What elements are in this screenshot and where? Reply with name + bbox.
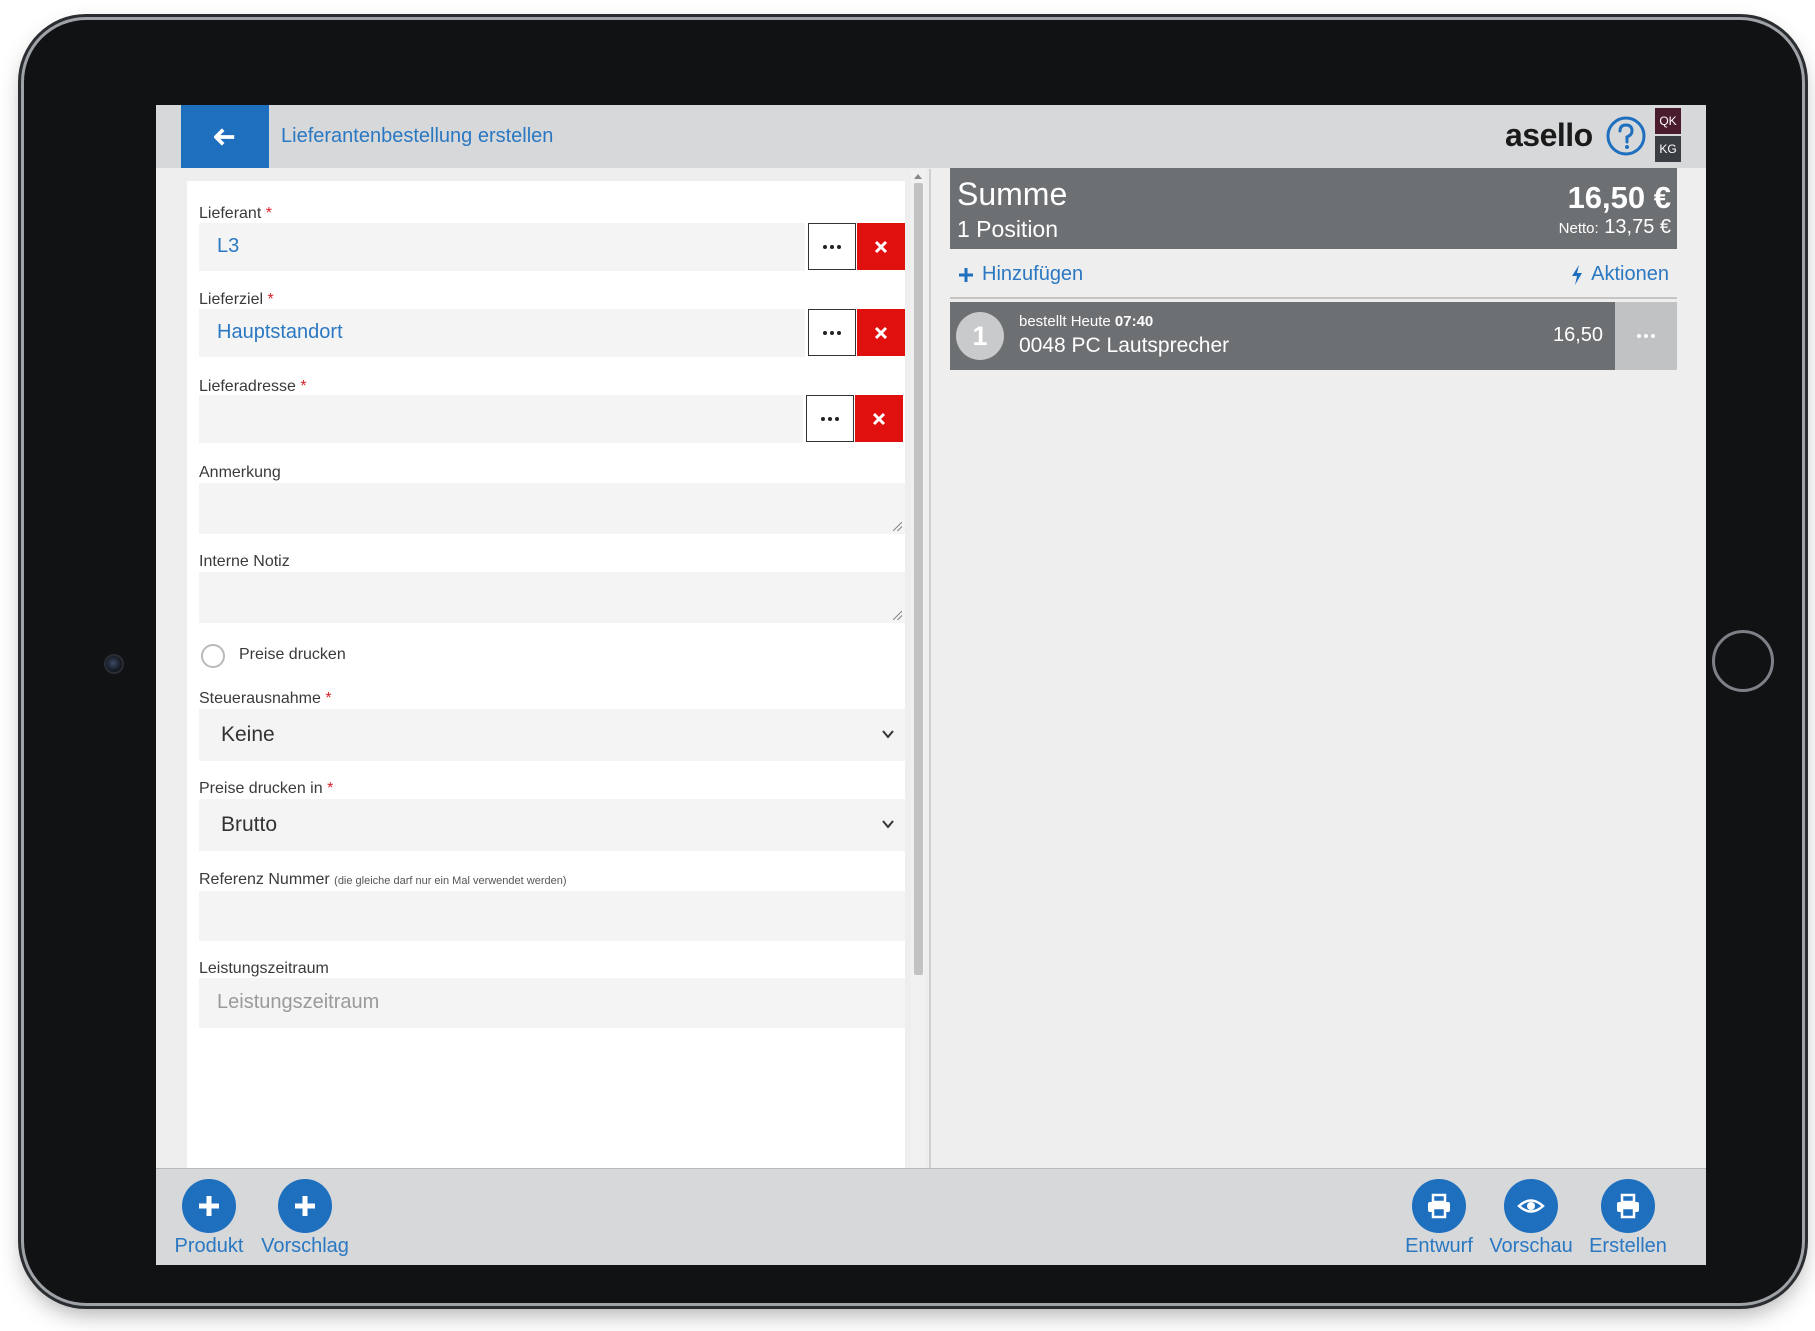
destination-label: Lieferziel * <box>199 291 274 308</box>
form-scrollbar[interactable] <box>911 169 925 1253</box>
plus-icon <box>295 1196 315 1216</box>
internal-note-textarea[interactable] <box>199 572 905 623</box>
order-form: Lieferant * L3 Lieferziel * Hauptstandor… <box>187 181 905 1253</box>
remark-textarea[interactable] <box>199 483 905 534</box>
destination-field[interactable]: Hauptstandort <box>199 309 805 357</box>
destination-clear-button[interactable] <box>857 309 905 356</box>
tax-exemption-label: Steuerausnahme * <box>199 690 332 707</box>
scroll-thumb[interactable] <box>914 183 923 975</box>
supplier-more-button[interactable] <box>808 223 856 270</box>
more-icon <box>823 244 841 249</box>
print-prices-radio[interactable] <box>201 644 225 668</box>
chevron-down-icon <box>882 820 894 829</box>
top-bar: Lieferantenbestellung erstellen asello Q… <box>156 105 1706 168</box>
resize-grip-icon[interactable] <box>893 611 902 620</box>
more-icon <box>1637 334 1655 338</box>
actions-button[interactable]: Aktionen <box>1571 263 1669 286</box>
preview-button[interactable]: Vorschau <box>1489 1169 1573 1258</box>
home-button[interactable] <box>1712 630 1774 692</box>
reference-field[interactable] <box>199 891 905 941</box>
resize-grip-icon[interactable] <box>893 522 902 531</box>
item-name: 0048 PC Lautsprecher <box>1019 334 1230 357</box>
plus-icon <box>199 1196 219 1216</box>
user-badge-top[interactable]: QK <box>1655 108 1681 134</box>
item-number: 1 <box>956 312 1004 360</box>
address-field[interactable] <box>199 395 803 443</box>
app-screen: Lieferantenbestellung erstellen asello Q… <box>156 105 1706 1265</box>
service-period-label: Leistungszeitraum <box>199 960 329 977</box>
create-button[interactable]: Erstellen <box>1588 1169 1668 1258</box>
address-label: Lieferadresse * <box>199 378 307 395</box>
print-prices-label: Preise drucken <box>239 646 346 663</box>
help-icon[interactable] <box>1605 115 1647 157</box>
item-status: bestellt Heute 07:40 <box>1019 313 1154 330</box>
close-icon <box>874 326 888 339</box>
brand-logo: asello <box>1505 117 1593 153</box>
summary-positions: 1 Position <box>957 216 1059 242</box>
supplier-label: Lieferant * <box>199 205 272 222</box>
print-prices-in-label: Preise drucken in * <box>199 780 334 797</box>
summary-net: Netto: 13,75 € <box>1558 216 1671 238</box>
item-more-button[interactable] <box>1615 302 1677 370</box>
bottom-bar: Produkt Vorschlag Entwurf Vorschau Erste… <box>156 1168 1706 1265</box>
draft-button[interactable]: Entwurf <box>1403 1169 1475 1258</box>
order-item-row[interactable]: 1 bestellt Heute 07:40 0048 PC Lautsprec… <box>950 302 1677 370</box>
tablet-frame: Lieferantenbestellung erstellen asello Q… <box>24 20 1802 1303</box>
printer-icon <box>1428 1193 1450 1219</box>
address-more-button[interactable] <box>806 395 854 442</box>
close-icon <box>872 412 886 425</box>
tax-exemption-select[interactable]: Keine <box>199 709 905 761</box>
camera-icon <box>104 654 124 674</box>
destination-more-button[interactable] <box>808 309 856 356</box>
summary-total: 16,50 € <box>1567 180 1671 215</box>
actions-row: Hinzufügen Aktionen <box>950 255 1677 299</box>
back-button[interactable] <box>181 105 269 168</box>
scroll-up-icon[interactable] <box>914 174 922 179</box>
print-prices-in-select[interactable]: Brutto <box>199 799 905 851</box>
address-clear-button[interactable] <box>855 395 903 442</box>
item-price: 16,50 <box>1553 324 1604 346</box>
summary-title: Summe <box>957 176 1068 212</box>
close-icon <box>874 240 888 253</box>
arrow-left-icon <box>214 127 235 146</box>
chevron-down-icon <box>882 730 894 739</box>
plus-icon <box>959 267 973 282</box>
summary-panel: Summe 1 Position 16,50 € Netto: 13,75 € <box>950 168 1677 249</box>
eye-icon <box>1517 1199 1545 1213</box>
supplier-clear-button[interactable] <box>857 223 905 270</box>
reference-label: Referenz Nummer (die gleiche darf nur ei… <box>199 871 567 888</box>
lightning-icon <box>1572 264 1583 285</box>
user-badge-bottom[interactable]: KG <box>1655 136 1681 162</box>
internal-note-label: Interne Notiz <box>199 553 290 570</box>
add-product-button[interactable]: Produkt <box>175 1169 243 1258</box>
remark-label: Anmerkung <box>199 464 281 481</box>
page-title: Lieferantenbestellung erstellen <box>281 125 554 147</box>
add-button[interactable]: Hinzufügen <box>958 263 1083 286</box>
suggestion-button[interactable]: Vorschlag <box>260 1169 350 1258</box>
more-icon <box>821 416 839 421</box>
panel-divider <box>929 169 931 1253</box>
more-icon <box>823 330 841 335</box>
printer-icon <box>1617 1193 1639 1219</box>
service-period-field[interactable]: Leistungszeitraum <box>199 978 905 1028</box>
supplier-field[interactable]: L3 <box>199 223 805 271</box>
